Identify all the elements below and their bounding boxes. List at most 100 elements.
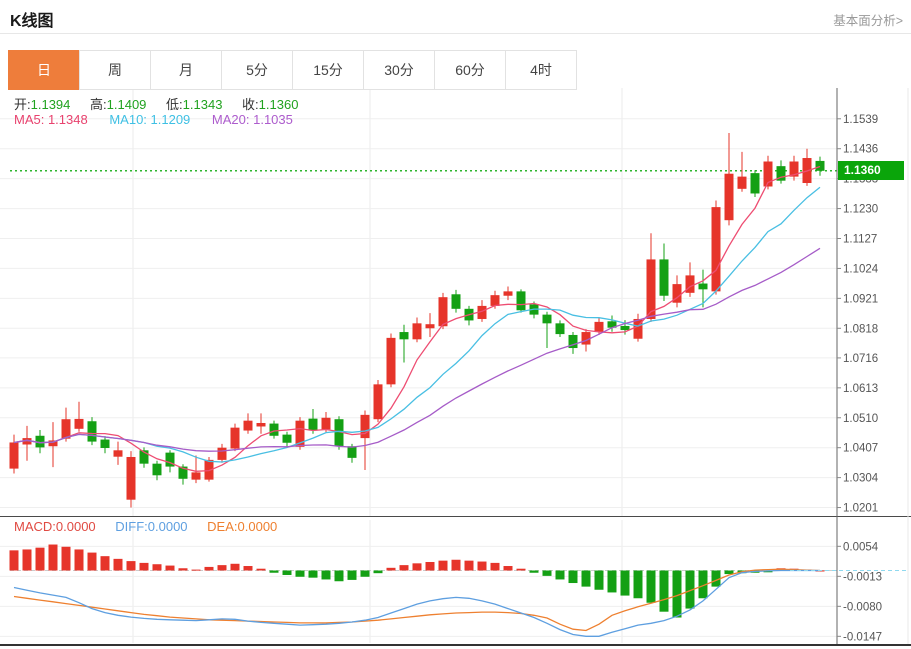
ma20-line <box>14 248 820 451</box>
macd-bar <box>296 571 305 577</box>
kline-page: K线图 基本面分析> 日周月5分15分30分60分4时 1.15391.1436… <box>0 0 911 649</box>
tab-30分[interactable]: 30分 <box>363 50 435 90</box>
tab-日[interactable]: 日 <box>8 50 80 90</box>
macd-bar <box>725 571 734 575</box>
macd-bar <box>660 571 669 612</box>
tab-60分[interactable]: 60分 <box>434 50 506 90</box>
macd-bar <box>491 563 500 571</box>
macd-bar <box>413 563 422 570</box>
candle-body <box>725 174 734 220</box>
candle-body <box>517 291 526 310</box>
candle-body <box>127 457 136 500</box>
macd-bar <box>101 556 110 570</box>
candle-body <box>192 472 201 479</box>
macd-bar <box>556 571 565 580</box>
bottom-border <box>0 644 911 646</box>
macd-bar <box>205 567 214 571</box>
candle-body <box>595 322 604 332</box>
axis-label: -0.0080 <box>843 601 882 613</box>
macd-bar <box>10 550 19 570</box>
macd-bar <box>465 561 474 571</box>
axis-label: 1.1230 <box>843 204 878 216</box>
macd-bar <box>283 571 292 575</box>
candle-body <box>283 435 292 443</box>
axis-label: 1.0921 <box>843 293 878 305</box>
macd-bar <box>88 553 97 571</box>
low-label: 低: <box>166 97 183 112</box>
candle-body <box>621 326 630 330</box>
ma5-value: MA5: 1.1348 <box>14 112 88 127</box>
axis-label: 1.0407 <box>843 443 878 455</box>
macd-bar <box>309 571 318 578</box>
macd-bar <box>153 564 162 570</box>
axis-label: 1.1436 <box>843 144 878 156</box>
macd-bar <box>426 562 435 571</box>
macd-bar <box>270 571 279 573</box>
candle-body <box>322 418 331 430</box>
candle-body <box>387 338 396 384</box>
axis-label: 1.1127 <box>843 234 877 246</box>
axis-label: 1.0510 <box>843 413 878 425</box>
candle-body <box>413 323 422 339</box>
low-value: 1.1343 <box>183 97 223 112</box>
macd-bar <box>244 566 253 570</box>
candle-body <box>556 323 565 334</box>
axis-label: 1.0304 <box>843 473 879 485</box>
macd-bar <box>127 561 136 570</box>
tab-4时[interactable]: 4时 <box>505 50 577 90</box>
dea-value: DEA:0.0000 <box>207 519 277 534</box>
macd-bar <box>595 571 604 590</box>
macd-bar <box>400 565 409 570</box>
macd-bar <box>478 562 487 571</box>
macd-bar <box>36 548 45 571</box>
axis-label: 1.1539 <box>843 114 878 126</box>
candle-body <box>218 448 227 460</box>
ohlc-legend: 开:1.1394 高:1.1409 低:1.1343 收:1.1360 <box>14 94 314 113</box>
candle-body <box>504 291 513 295</box>
candle-body <box>101 440 110 448</box>
macd-bar <box>569 571 578 584</box>
macd-bar <box>387 568 396 571</box>
axis-label: -0.0147 <box>843 631 882 643</box>
candle-body <box>426 324 435 328</box>
candle-body <box>751 173 760 193</box>
candle-body <box>816 161 825 171</box>
candle-body <box>361 415 370 438</box>
candle-body <box>374 384 383 419</box>
diff-value: DIFF:0.0000 <box>115 519 187 534</box>
macd-bar <box>452 560 461 571</box>
ma10-value: MA10: 1.1209 <box>109 112 190 127</box>
candle-body <box>244 421 253 431</box>
high-value: 1.1409 <box>107 97 147 112</box>
macd-bar <box>374 571 383 574</box>
candle-body <box>114 450 123 456</box>
macd-bar <box>49 545 58 571</box>
macd-bar <box>608 571 617 593</box>
axis-label: 1.0818 <box>843 323 878 335</box>
candle-body <box>543 315 552 324</box>
current-price-tag: 1.1360 <box>838 161 904 180</box>
macd-bar <box>179 568 188 570</box>
period-tabs: 日周月5分15分30分60分4时 <box>8 50 577 90</box>
macd-bar <box>23 549 32 570</box>
macd-bar <box>543 571 552 576</box>
open-value: 1.1394 <box>31 97 71 112</box>
axis-label: -0.0013 <box>843 571 882 583</box>
macd-bar <box>218 565 227 570</box>
ma-legend: MA5: 1.1348 MA10: 1.1209 MA20: 1.1035 <box>14 112 293 127</box>
tab-月[interactable]: 月 <box>150 50 222 90</box>
macd-bar <box>348 571 357 580</box>
macd-bar <box>517 569 526 571</box>
tab-15分[interactable]: 15分 <box>292 50 364 90</box>
candle-body <box>699 284 708 290</box>
macd-bar <box>530 571 539 573</box>
candle-body <box>231 428 240 449</box>
candle-body <box>400 332 409 339</box>
candle-body <box>348 446 357 458</box>
macd-bar <box>322 571 331 580</box>
tab-周[interactable]: 周 <box>79 50 151 90</box>
macd-bar <box>114 559 123 571</box>
candle-body <box>257 423 266 426</box>
candle-body <box>439 297 448 326</box>
tab-5分[interactable]: 5分 <box>221 50 293 90</box>
